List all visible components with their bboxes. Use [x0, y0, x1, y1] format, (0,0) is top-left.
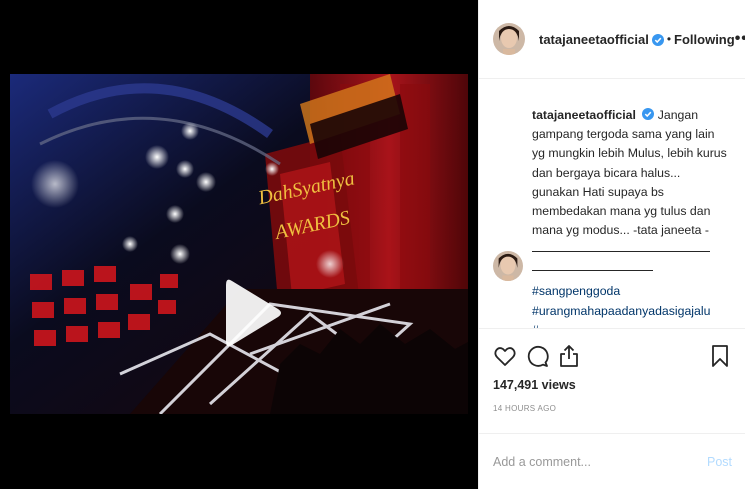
caption-username[interactable]: tatajaneetaofficial — [532, 108, 636, 122]
post-timestamp: 14 HOURS AGO — [493, 404, 557, 413]
video-frame-image: DahSyatnya AWARDS — [10, 74, 468, 414]
instagram-post-modal: DahSyatnya AWARDS tatajaneetaofficial • … — [0, 0, 745, 489]
add-comment-bar: Post — [479, 433, 745, 489]
post-comment-button[interactable]: Post — [707, 455, 732, 469]
play-icon — [226, 279, 281, 347]
heart-icon[interactable] — [493, 344, 517, 368]
divider-line — [532, 270, 653, 271]
video-pane: DahSyatnya AWARDS — [0, 0, 478, 489]
play-button[interactable] — [222, 277, 282, 349]
bookmark-icon[interactable] — [708, 344, 732, 368]
header-username[interactable]: tatajaneetaofficial — [539, 32, 649, 47]
share-icon[interactable] — [557, 344, 581, 368]
comments-area: tatajaneetaofficial Jangan gampang tergo… — [479, 79, 745, 328]
post-caption: tatajaneetaofficial Jangan gampang tergo… — [532, 106, 729, 240]
header-separator: • — [666, 32, 672, 46]
hashtag-link[interactable]: #urangmahapaadanyadasigajalu — [532, 302, 710, 322]
divider-line — [532, 251, 710, 252]
hashtag-link[interactable]: #sangpenggoda — [532, 282, 710, 302]
comment-icon[interactable] — [525, 344, 549, 368]
post-actions: 147,491 views 14 HOURS AGO — [479, 328, 745, 433]
avatar-image — [493, 23, 525, 55]
verified-badge-icon — [651, 33, 664, 46]
avatar[interactable] — [493, 23, 525, 55]
more-options-icon[interactable]: ••• — [735, 30, 745, 48]
video-player[interactable]: DahSyatnya AWARDS — [10, 74, 468, 414]
avatar[interactable] — [493, 251, 523, 281]
post-header: tatajaneetaofficial • Following ••• — [479, 0, 745, 79]
caption-text: Jangan gampang tergoda sama yang lain yg… — [532, 108, 727, 238]
hashtag-list: #sangpenggoda #urangmahapaadanyadasigaja… — [532, 282, 710, 328]
comment-input[interactable] — [493, 454, 707, 469]
hashtag-link[interactable]: #... — [532, 321, 710, 328]
verified-badge-icon — [642, 107, 655, 120]
action-icons-row — [493, 329, 732, 379]
avatar-image — [493, 251, 523, 281]
post-side-panel: tatajaneetaofficial • Following ••• tata… — [478, 0, 745, 489]
following-button[interactable]: Following — [674, 32, 735, 47]
view-count[interactable]: 147,491 views — [493, 378, 732, 392]
